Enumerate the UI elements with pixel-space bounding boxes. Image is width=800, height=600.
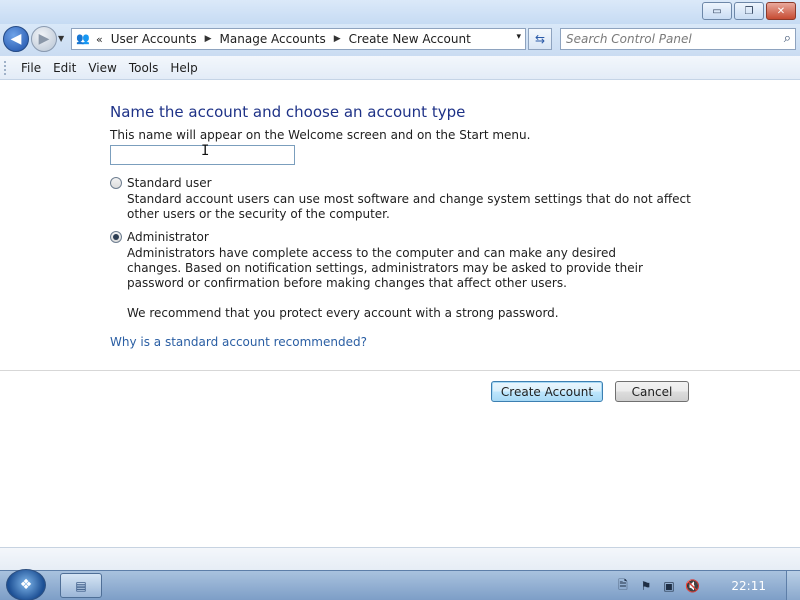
breadcrumb-manage-accounts[interactable]: Manage Accounts	[220, 32, 326, 46]
flag-icon[interactable]: ⚑	[639, 579, 653, 593]
standard-user-description: Standard account users can use most soft…	[127, 192, 691, 221]
document-icon[interactable]: 🗎	[616, 576, 630, 597]
text-cursor-icon: I	[201, 143, 210, 159]
search-input[interactable]	[566, 32, 771, 46]
refresh-icon: ⇆	[534, 32, 546, 46]
back-arrow-icon: ◀	[10, 31, 22, 47]
menu-file[interactable]: File	[15, 61, 47, 75]
menu-bar: File Edit View Tools Help	[0, 56, 800, 80]
clock[interactable]: 22:11	[731, 579, 766, 593]
system-tray: 🗎 ⚑ ▣ 🔇	[616, 571, 700, 600]
address-dropdown-icon[interactable]: ▾	[516, 32, 521, 42]
standard-account-help-link[interactable]: Why is a standard account recommended?	[110, 335, 367, 349]
maximize-button[interactable]: ❐	[734, 2, 764, 20]
divider	[0, 370, 800, 371]
window-titlebar: ▭ ❐ ✕	[0, 0, 800, 24]
breadcrumb-separator-icon[interactable]: ▶	[334, 34, 341, 44]
close-button[interactable]: ✕	[766, 2, 796, 20]
breadcrumb-separator-icon[interactable]: ▶	[205, 34, 212, 44]
breadcrumb-overflow-icon[interactable]: «	[96, 33, 103, 46]
control-panel-icon: ▤	[75, 578, 87, 593]
search-icon[interactable]: ⌕	[784, 31, 791, 46]
status-bar	[0, 547, 800, 570]
password-recommendation: We recommend that you protect every acco…	[127, 306, 559, 320]
cancel-button[interactable]: Cancel	[615, 381, 689, 402]
page-title: Name the account and choose an account t…	[110, 103, 466, 121]
menu-edit[interactable]: Edit	[47, 61, 82, 75]
address-bar[interactable]: 👥 « User Accounts ▶ Manage Accounts ▶ Cr…	[71, 28, 526, 50]
breadcrumb-user-accounts[interactable]: User Accounts	[111, 32, 197, 46]
recent-pages-dropdown-icon[interactable]: ▼	[58, 34, 64, 43]
breadcrumb-create-new-account[interactable]: Create New Account	[349, 32, 471, 46]
user-accounts-icon: 👥	[76, 32, 90, 45]
menu-tools[interactable]: Tools	[123, 61, 165, 75]
administrator-label[interactable]: Administrator	[127, 230, 209, 244]
menu-view[interactable]: View	[82, 61, 122, 75]
taskbar-control-panel-button[interactable]: ▤	[60, 573, 102, 598]
administrator-radio[interactable]	[110, 231, 122, 243]
standard-user-option[interactable]: Standard user	[110, 176, 212, 190]
minimize-button[interactable]: ▭	[702, 2, 732, 20]
refresh-button[interactable]: ⇆	[528, 28, 552, 50]
create-account-panel: Name the account and choose an account t…	[0, 81, 800, 547]
windows-logo-icon: ❖	[19, 577, 33, 593]
back-button[interactable]: ◀	[3, 26, 29, 52]
search-box[interactable]: ⌕	[560, 28, 796, 50]
taskbar: ❖ ▤ 🗎 ⚑ ▣ 🔇 22:11	[0, 569, 800, 600]
network-error-icon[interactable]: ▣	[662, 579, 676, 593]
standard-user-label[interactable]: Standard user	[127, 176, 212, 190]
administrator-option[interactable]: Administrator	[110, 230, 209, 244]
window-controls: ▭ ❐ ✕	[702, 2, 796, 20]
menu-help[interactable]: Help	[164, 61, 203, 75]
create-account-button[interactable]: Create Account	[491, 381, 603, 402]
navigation-bar: ◀ ▶ ▼ 👥 « User Accounts ▶ Manage Account…	[0, 24, 800, 56]
forward-arrow-icon: ▶	[38, 31, 50, 47]
start-button[interactable]: ❖	[6, 569, 46, 600]
standard-user-radio[interactable]	[110, 177, 122, 189]
show-desktop-button[interactable]	[786, 571, 800, 600]
forward-button[interactable]: ▶	[31, 26, 57, 52]
name-field-description: This name will appear on the Welcome scr…	[110, 128, 531, 142]
speaker-muted-icon[interactable]: 🔇	[685, 579, 700, 593]
menu-grip	[4, 60, 7, 75]
administrator-description: Administrators have complete access to t…	[127, 246, 643, 290]
